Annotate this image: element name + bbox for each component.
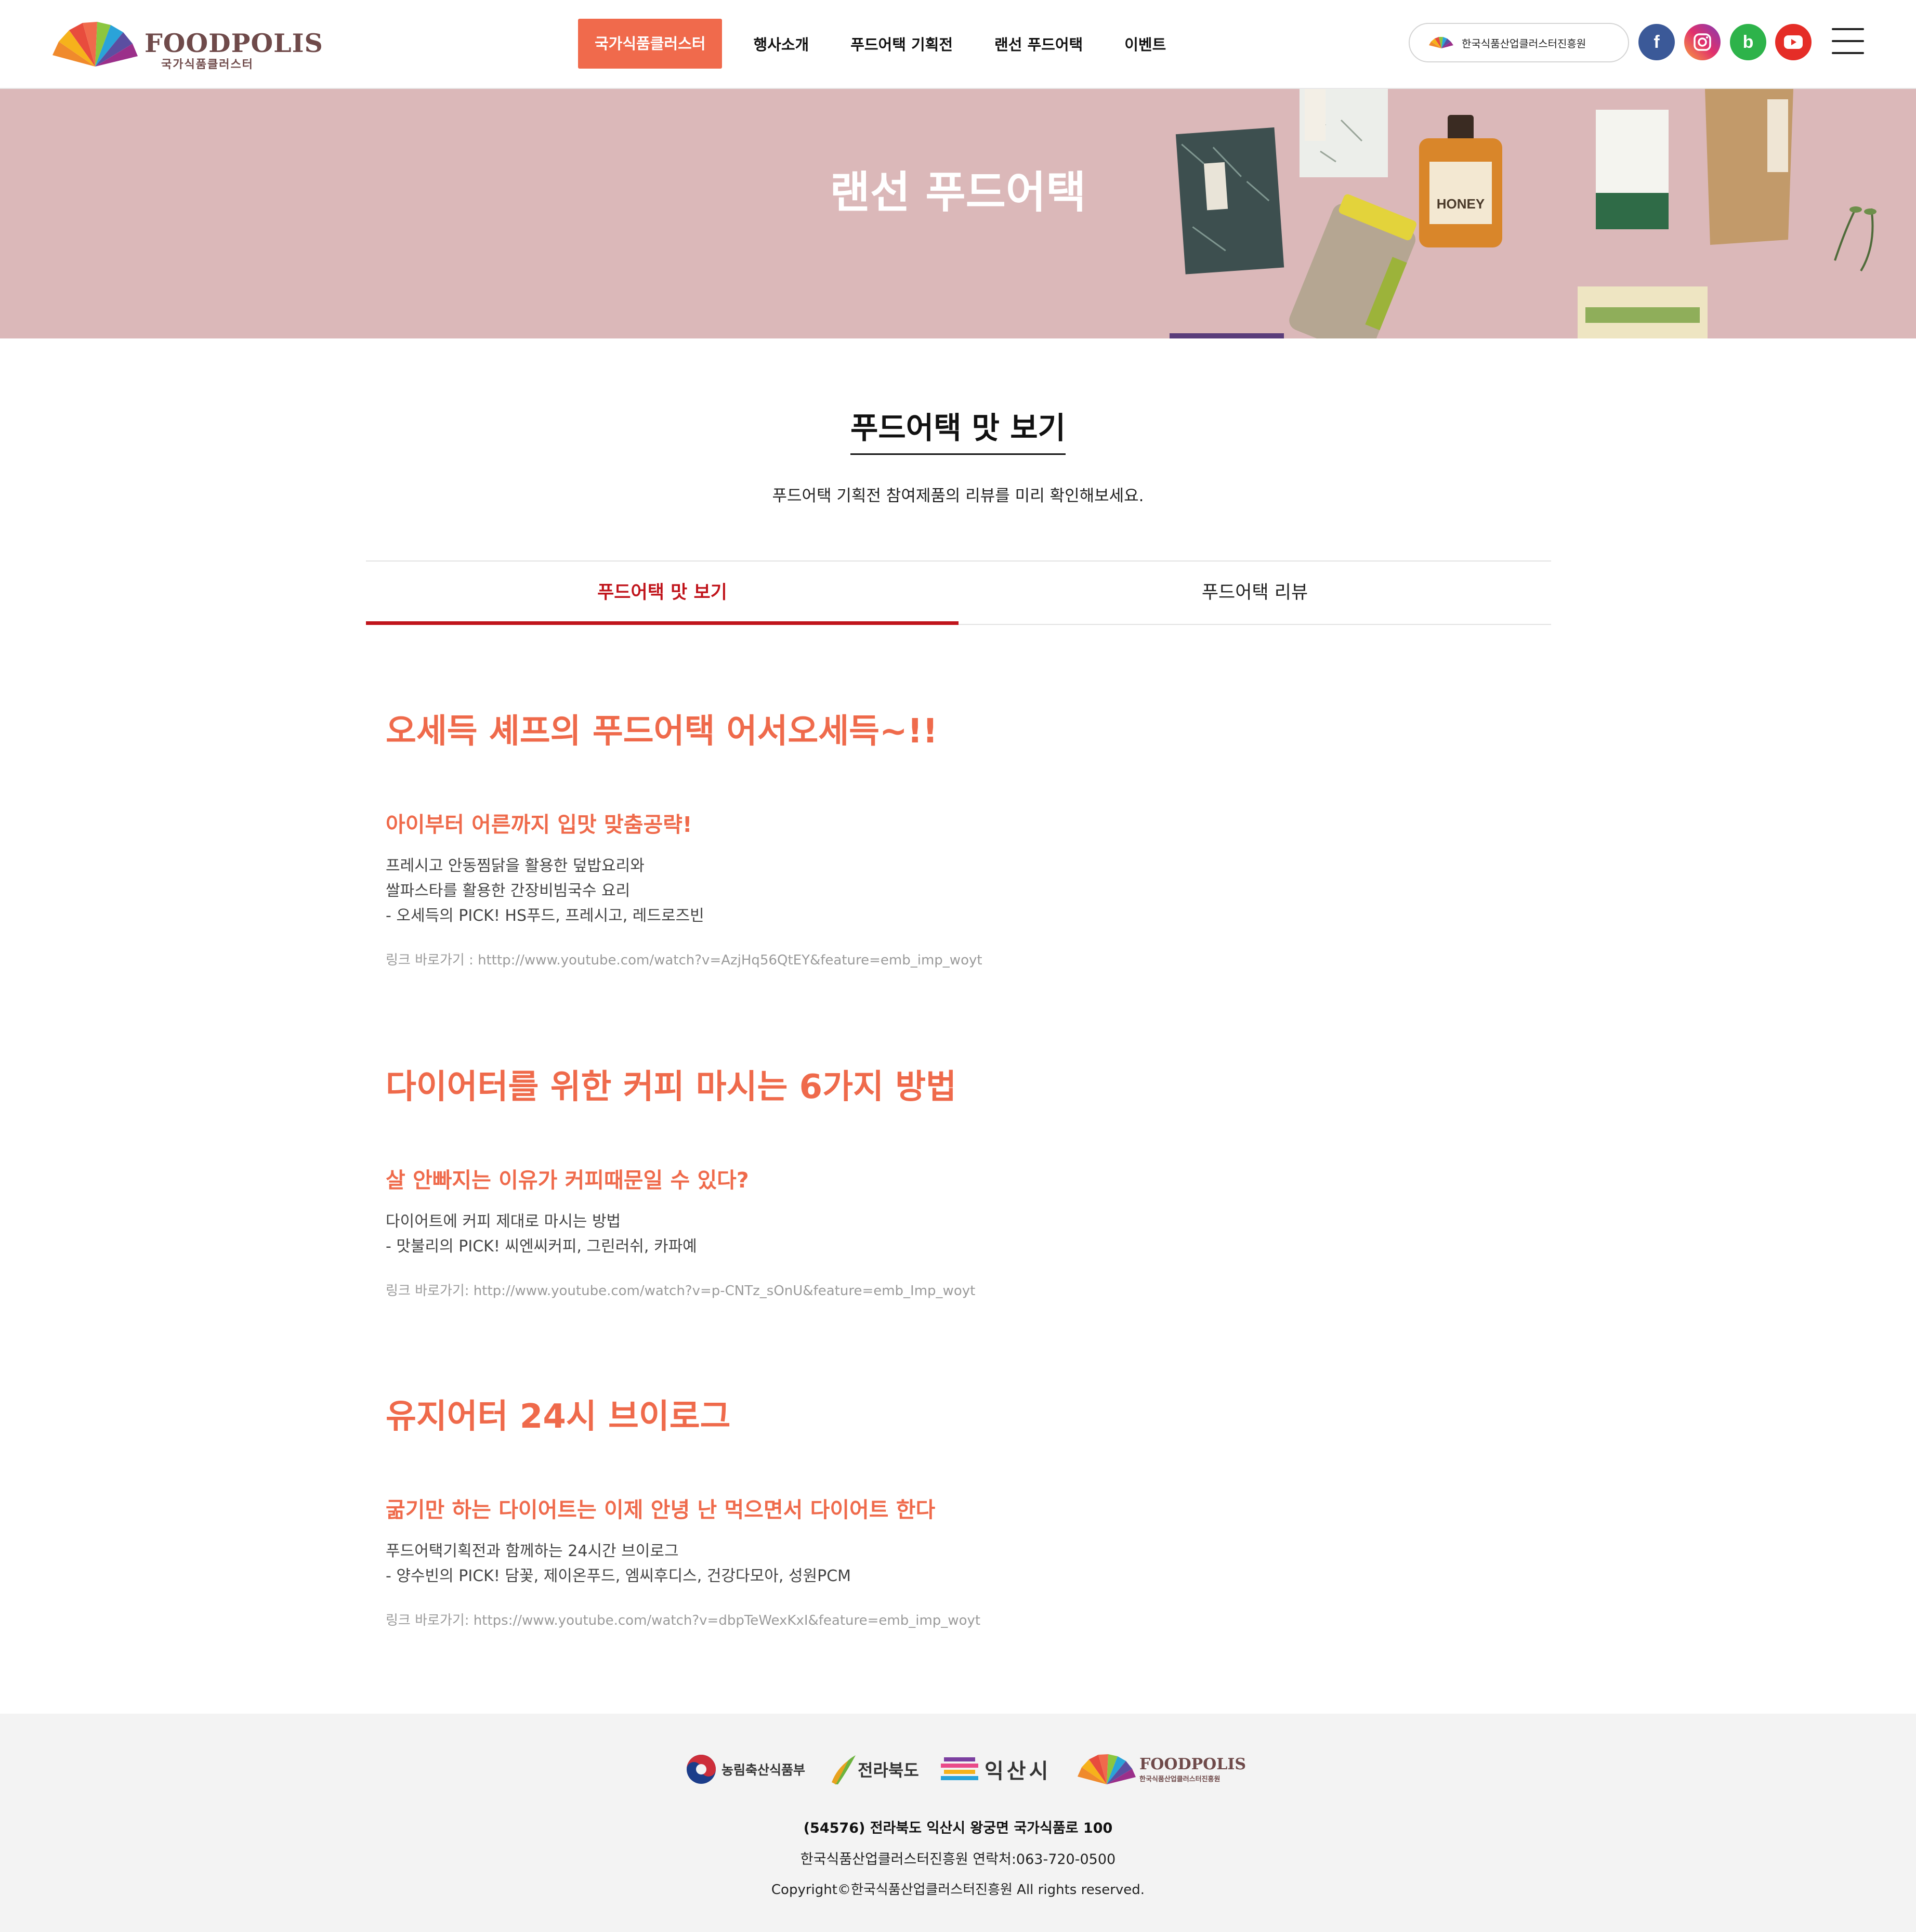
taegeuk-icon: [687, 1755, 716, 1784]
fan-logo-icon: [53, 22, 138, 67]
article-item: 유지어터 24시 브이로그 굶기만 하는 다이어트는 이제 안녕 난 먹으면서 …: [386, 1399, 1529, 1629]
iksan-emblem-icon: [941, 1757, 978, 1780]
fan-logo-icon: [1078, 1754, 1136, 1784]
foodpolis-footer-wordmark: FOODPOLIS: [1139, 1755, 1246, 1773]
nav-item-lan-food-attack[interactable]: 랜선 푸드어택: [994, 33, 1083, 55]
site-footer: 농림축산식품부 전라북도 익산시 FOODPOLIS 한국식품산업클러스터진흥원…: [0, 1714, 1916, 1932]
hamburger-menu-icon[interactable]: [1832, 28, 1864, 54]
mini-fan-icon: [1429, 37, 1453, 48]
tab-bar: 푸드어택 맛 보기 푸드어택 리뷰: [366, 560, 1551, 625]
nav-item-food-cluster[interactable]: 국가식품클러스터: [578, 19, 723, 69]
logo-wordmark: FOODPOLIS: [145, 28, 323, 58]
article-body-line: - 오세득의 PICK! HS푸드, 프레시고, 레드로즈빈: [386, 907, 704, 925]
footer-logos: 농림축산식품부 전라북도 익산시 FOODPOLIS 한국식품산업클러스터진흥원: [685, 1751, 1246, 1787]
iksan-logo-text: 익산시: [985, 1759, 1052, 1783]
article-item: 오세득 셰프의 푸드어택 어서오세득~!! 아이부터 어른까지 입맛 맞춤공략!…: [386, 713, 1529, 969]
section-title: 푸드어택 맛 보기: [0, 403, 1916, 455]
article-body-line: 프레시고 안동찜닭을 활용한 덮밥요리와: [386, 857, 645, 876]
foodpolis-footer-logo: FOODPOLIS 한국식품산업클러스터진흥원: [1076, 1751, 1246, 1787]
iksan-logo: 익산시: [939, 1751, 1051, 1787]
article-subtitle: 살 안빠지는 이유가 커피때문일 수 있다?: [386, 1168, 749, 1193]
site-header: FOODPOLIS 국가식품클러스터 국가식품클러스터 행사소개 푸드어택 기획…: [0, 0, 1916, 89]
article-body-line: 푸드어택기획전과 함께하는 24시간 브이로그: [386, 1542, 679, 1561]
article-video-link[interactable]: 링크 바로가기 : htttp://www.youtube.com/watch?…: [386, 949, 1529, 969]
hero-banner: HONEY 랜선 푸드어택: [0, 89, 1916, 338]
article-subtitle: 아이부터 어른까지 입맛 맞춤공략!: [386, 812, 692, 838]
article-item: 다이어터를 위한 커피 마시는 6가지 방법 살 안빠지는 이유가 커피때문일 …: [386, 1069, 1529, 1299]
blog-icon[interactable]: b: [1730, 24, 1766, 60]
youtube-icon[interactable]: [1775, 24, 1812, 60]
article-body-line: 다이어트에 커피 제대로 마시는 방법: [386, 1212, 621, 1231]
article-body-line: - 맛불리의 PICK! 씨엔씨커피, 그린러쉬, 카파예: [386, 1237, 697, 1256]
section-title-text: 푸드어택 맛 보기: [850, 403, 1066, 455]
banner-title: 랜선 푸드어택: [830, 167, 1086, 218]
article-title: 오세득 셰프의 푸드어택 어서오세득~!!: [386, 712, 938, 751]
foodpolis-footer-subtext: 한국식품산업클러스터진흥원: [1139, 1776, 1221, 1783]
article-title: 유지어터 24시 브이로그: [386, 1398, 731, 1436]
facebook-icon[interactable]: f: [1638, 24, 1675, 60]
instagram-icon[interactable]: [1684, 24, 1721, 60]
main-nav: 국가식품클러스터 행사소개 푸드어택 기획전 랜선 푸드어택 이벤트: [578, 19, 1208, 69]
article-body: 푸드어택기획전과 함께하는 24시간 브이로그 - 양수빈의 PICK! 담꽃,…: [386, 1539, 1529, 1589]
ministry-logo: 농림축산식품부: [685, 1751, 805, 1787]
article-body: 프레시고 안동찜닭을 활용한 덮밥요리와 쌀파스타를 활용한 간장비빔국수 요리…: [386, 854, 1529, 929]
jeonbuk-logo-text: 전라북도: [858, 1760, 919, 1780]
article-video-link[interactable]: 링크 바로가기: http://www.youtube.com/watch?v=…: [386, 1280, 1529, 1299]
article-subtitle: 굶기만 하는 다이어트는 이제 안녕 난 먹으면서 다이어트 한다: [386, 1497, 936, 1523]
jeonbuk-emblem-icon: [832, 1755, 856, 1784]
article-body-line: 쌀파스타를 활용한 간장비빔국수 요리: [386, 882, 631, 900]
footer-copyright: Copyright©한국식품산업클러스터진흥원 All rights reser…: [771, 1882, 1145, 1898]
org-site-link[interactable]: 한국식품산업클러스터진흥원: [1409, 23, 1629, 62]
footer-contact: 한국식품산업클러스터진흥원 연락처:063-720-0500: [800, 1851, 1116, 1868]
instagram-glyph-icon: [1694, 33, 1711, 51]
tab-food-attack-preview[interactable]: 푸드어택 맛 보기: [366, 562, 959, 625]
tab-food-attack-review[interactable]: 푸드어택 리뷰: [959, 562, 1551, 624]
nav-item-events[interactable]: 이벤트: [1124, 33, 1166, 55]
nav-item-event-intro[interactable]: 행사소개: [753, 33, 809, 55]
ministry-logo-text: 농림축산식품부: [721, 1763, 806, 1778]
jeonbuk-logo: 전라북도: [830, 1751, 919, 1787]
article-title: 다이어터를 위한 커피 마시는 6가지 방법: [386, 1068, 957, 1106]
article-video-link[interactable]: 링크 바로가기: https://www.youtube.com/watch?v…: [386, 1610, 1529, 1629]
nav-item-food-attack-exhibition[interactable]: 푸드어택 기획전: [850, 33, 953, 55]
org-link-label: 한국식품산업클러스터진흥원: [1462, 37, 1586, 50]
article-body: 다이어트에 커피 제대로 마시는 방법 - 맛불리의 PICK! 씨엔씨커피, …: [386, 1209, 1529, 1259]
youtube-play-icon: [1784, 35, 1803, 49]
article-body-line: - 양수빈의 PICK! 담꽃, 제이온푸드, 엠씨후디스, 건강다모아, 성원…: [386, 1567, 851, 1586]
foodpolis-logo[interactable]: FOODPOLIS 국가식품클러스터: [51, 21, 323, 71]
logo-subtext: 국가식품클러스터: [161, 58, 254, 71]
footer-address: (54576) 전라북도 익산시 왕궁면 국가식품로 100: [803, 1820, 1113, 1836]
section-description: 푸드어택 기획전 참여제품의 리뷰를 미리 확인해보세요.: [772, 487, 1144, 505]
